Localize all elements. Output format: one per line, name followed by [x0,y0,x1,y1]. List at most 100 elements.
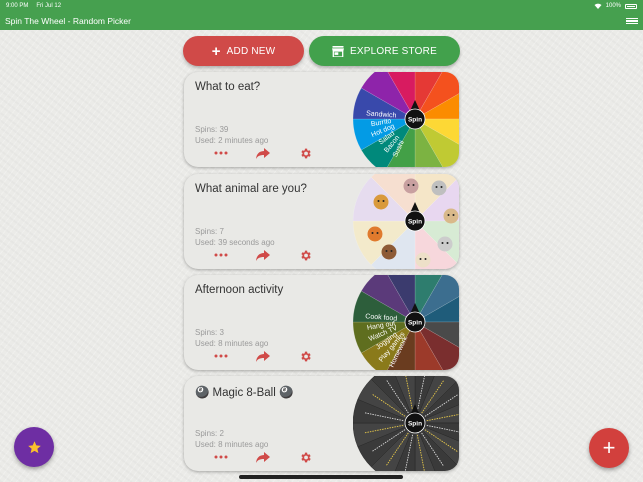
spin-label: Spin [408,218,422,225]
settings-button[interactable] [298,450,312,464]
wheel-card[interactable]: What to eat? Spins: 39 Used: 2 minutes a… [184,72,459,167]
wheel-stats: Spins: 7 Used: 39 seconds ago [195,226,275,248]
spin-label: Spin [408,116,422,123]
wheel-title: Afternoon activity [195,284,284,296]
animal-eye [441,242,444,244]
animal-eye [452,214,455,216]
store-icon [332,45,345,57]
more-icon [214,455,228,459]
wheel-card[interactable]: 🎱 Magic 8-Ball 🎱 Spins: 2 Used: 8 minute… [184,376,459,471]
plus-icon: + [602,435,616,460]
animal-eye [412,184,415,186]
star-icon [27,440,41,453]
favorites-button[interactable] [14,427,54,467]
wheel-preview[interactable]: HomeworkPlay gamesJoggingWatch TVHang ou… [353,275,459,370]
spins-count: Spins: 2 [195,429,224,438]
wheel-stats: Spins: 3 Used: 8 minutes ago [195,327,268,349]
wheel-preview[interactable]: Spin [353,174,459,269]
animal-emoji [373,194,389,210]
settings-button[interactable] [298,248,312,262]
last-used: Used: 39 seconds ago [195,238,275,247]
animal-emoji [381,244,397,260]
wheel-title: 🎱 Magic 8-Ball 🎱 [195,387,294,399]
animal-emoji [403,178,419,194]
share-icon [256,451,270,463]
animal-eye [407,184,410,186]
explore-store-label: EXPLORE STORE [350,45,437,57]
settings-button[interactable] [298,349,312,363]
share-icon [256,249,270,261]
animal-emoji [367,226,383,242]
animal-eye [377,200,380,202]
gear-icon [300,250,311,260]
last-used: Used: 2 minutes ago [195,136,269,145]
battery-percent: 100% [605,3,621,9]
last-used: Used: 8 minutes ago [195,440,269,449]
wheel-preview[interactable]: Spin [353,376,459,471]
share-button[interactable] [256,349,270,363]
wheel-stats: Spins: 39 Used: 2 minutes ago [195,124,268,146]
app-bar: Spin The Wheel - Random Picker [0,12,643,30]
wheel-card[interactable]: What animal are you? Spins: 7 Used: 39 s… [184,174,459,269]
settings-button[interactable] [298,146,312,160]
card-actions [214,248,312,262]
more-button[interactable] [214,450,228,464]
more-button[interactable] [214,349,228,363]
gear-icon [300,351,311,361]
wifi-icon [594,3,602,9]
last-used: Used: 8 minutes ago [195,339,269,348]
more-button[interactable] [214,248,228,262]
card-actions [214,349,312,363]
spins-count: Spins: 7 [195,227,224,236]
wheel-card[interactable]: Afternoon activity Spins: 3 Used: 8 minu… [184,275,459,370]
animal-eye [419,258,422,260]
spins-count: Spins: 3 [195,328,224,337]
card-actions [214,450,312,464]
wheel-title: What to eat? [195,81,261,93]
add-new-button[interactable]: + ADD NEW [183,36,304,66]
animal-eye [446,242,449,244]
battery-icon [625,3,637,9]
explore-store-button[interactable]: EXPLORE STORE [309,36,460,66]
spin-label: Spin [408,319,422,326]
add-new-label: ADD NEW [226,45,276,57]
more-icon [214,151,228,155]
wheel-stats: Spins: 2 Used: 8 minutes ago [195,428,268,450]
animal-eye [435,186,438,188]
share-icon [256,350,270,362]
status-date: Fri Jul 12 [36,3,62,9]
animal-eye [440,186,443,188]
more-icon [214,253,228,257]
animal-eye [371,232,374,234]
add-wheel-fab[interactable]: + [589,428,629,468]
animal-eye [447,214,450,216]
animal-eye [390,250,393,252]
share-icon [256,147,270,159]
spins-count: Spins: 39 [195,125,229,134]
animal-emoji [431,180,447,196]
menu-icon[interactable] [626,16,638,26]
share-button[interactable] [256,248,270,262]
animal-emoji [415,252,431,268]
app-title: Spin The Wheel - Random Picker [5,16,131,26]
gear-icon [300,452,311,462]
animal-eye [382,200,385,202]
animal-eye [376,232,379,234]
gear-icon [300,148,311,158]
animal-emoji [437,236,453,252]
spin-label: Spin [408,420,422,427]
wheel-preview[interactable]: SushiBaconSaladHot dogBurritoSandwichSpi… [353,72,459,167]
more-icon [214,354,228,358]
animal-eye [424,258,427,260]
wheel-title: What animal are you? [195,183,307,195]
status-bar: 9:00 PM Fri Jul 12 100% [0,0,643,12]
plus-icon: + [211,42,221,60]
status-time: 9:00 PM [6,3,29,9]
share-button[interactable] [256,146,270,160]
more-button[interactable] [214,146,228,160]
animal-eye [385,250,388,252]
home-indicator [239,475,403,479]
animal-emoji [443,208,459,224]
card-actions [214,146,312,160]
share-button[interactable] [256,450,270,464]
